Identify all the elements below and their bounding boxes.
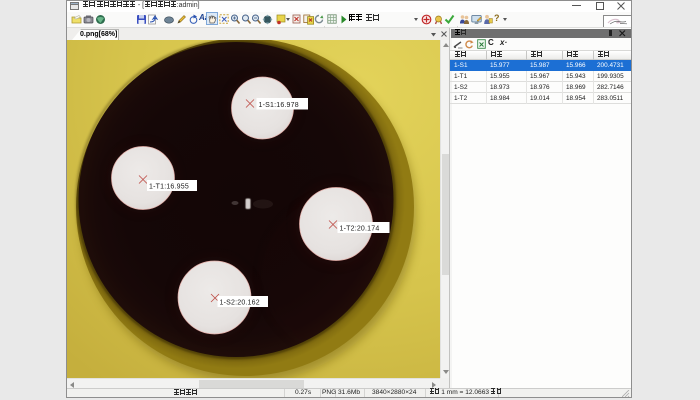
svg-text:1-S1:16.978: 1-S1:16.978	[259, 102, 299, 109]
svg-text:1-T2:20.174: 1-T2:20.174	[340, 226, 380, 233]
svg-text:1-S2:20.162: 1-S2:20.162	[220, 300, 260, 307]
svg-text:1-T1:16.955: 1-T1:16.955	[149, 184, 189, 191]
